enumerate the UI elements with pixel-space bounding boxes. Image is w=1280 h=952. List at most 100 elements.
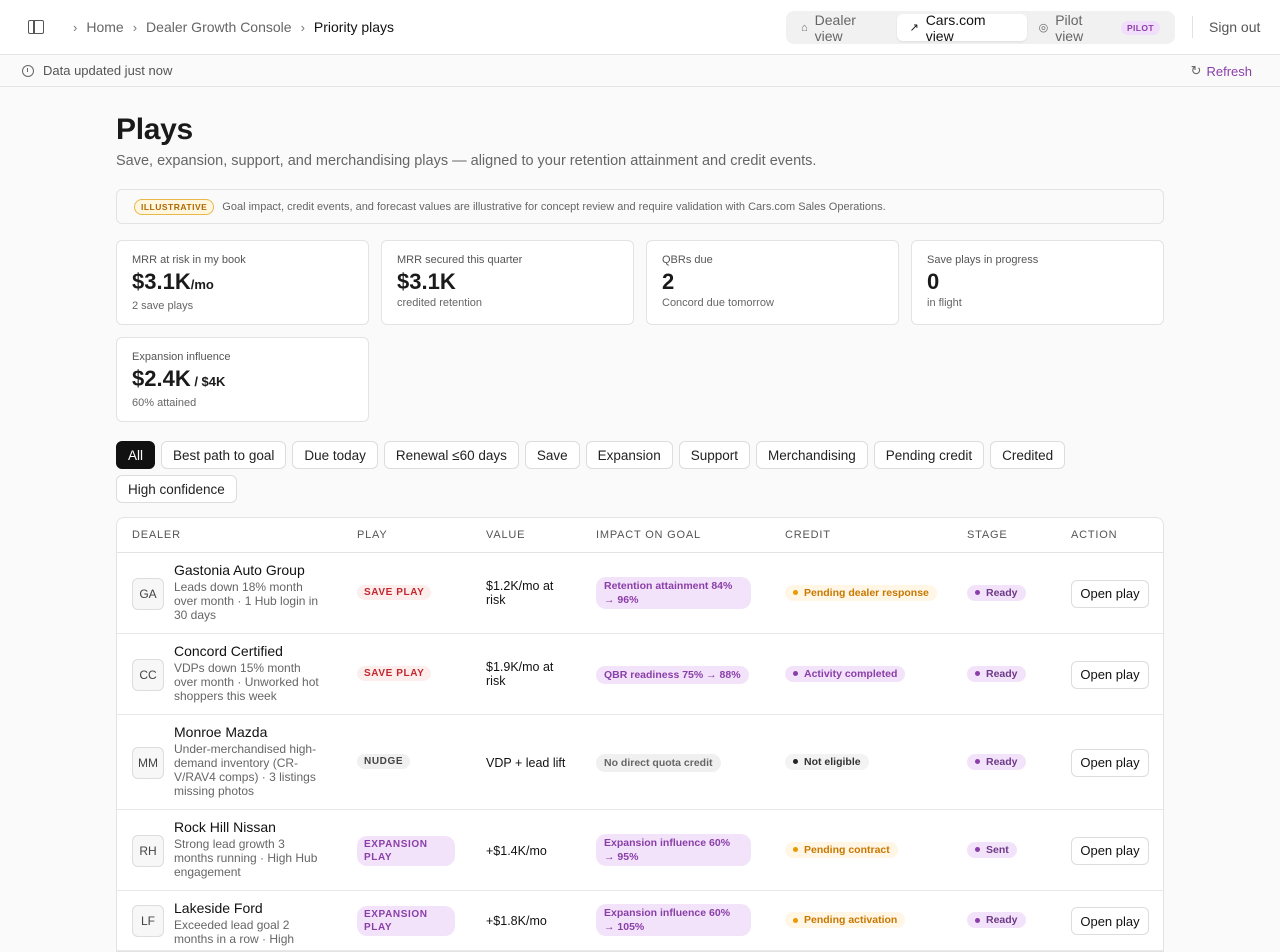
status-dot-icon (793, 759, 798, 764)
sidebar-toggle-icon[interactable] (28, 20, 44, 34)
filter-chip[interactable]: Merchandising (756, 441, 868, 469)
column-header-play: PLAY (357, 529, 388, 541)
stage-badge: Ready (967, 912, 1026, 928)
top-bar: › Home › Dealer Growth Console › Priorit… (0, 0, 1280, 55)
view-switcher: ⌂ Dealer view ↗ Cars.com view ◎ Pilot view P… (786, 11, 1175, 44)
table-row: CC Concord Certified VDPs down 15% month o… (117, 634, 1163, 715)
dealer-description: Leads down 18% month over month · 1 Hub … (174, 580, 319, 622)
dealer-description: Strong lead growth 3 months running · Hi… (174, 837, 318, 879)
trend-up-icon: ↗ (909, 22, 919, 34)
open-play-button[interactable]: Open play (1071, 907, 1149, 935)
stage-badge: Ready (967, 584, 1026, 601)
status-dot-icon (975, 917, 980, 923)
stage-label: Ready (986, 667, 1018, 680)
dealer-view-button[interactable]: ⌂ Dealer view (789, 11, 897, 44)
status-dot-icon (793, 590, 798, 595)
column-header-stage: STAGE (967, 529, 1008, 541)
stage-badge: Ready (967, 665, 1026, 682)
avatar: RH (132, 834, 164, 867)
open-play-button[interactable]: Open play (1071, 579, 1149, 608)
metric-cards: MRR at risk in my book $3.1K/mo 2 save p… (116, 240, 1164, 422)
column-header-dealer: DEALER (132, 529, 181, 541)
impact-badge: Retention attainment 84% → 96% (596, 576, 751, 609)
home-icon: ⌂ (801, 21, 808, 34)
dealer-description: VDPs down 15% month over month · Unworke… (174, 661, 319, 703)
play-value: $1.2K/mo at risk (486, 578, 554, 607)
breadcrumb-home[interactable]: Home (86, 19, 123, 35)
carscom-view-button[interactable]: ↗ Cars.com view (897, 11, 1027, 44)
credit-label: Pending dealer response (804, 586, 929, 599)
avatar: LF (132, 905, 164, 937)
table-header: DEALER PLAY VALUE IMPACT ON GOAL CREDIT … (117, 518, 1163, 553)
refresh-label: Refresh (1206, 63, 1252, 79)
metric-number: $2.4K (132, 366, 191, 391)
refresh-button[interactable]: ↻ Refresh (1191, 63, 1252, 79)
credit-label: Not eligible (804, 755, 861, 768)
column-header-impact: IMPACT ON GOAL (596, 529, 701, 541)
filter-chip[interactable]: Expansion (585, 441, 673, 469)
play-value: VDP + lead lift (486, 755, 566, 770)
filter-chip[interactable]: Due today (292, 441, 378, 469)
filter-chip[interactable]: Best path to goal (161, 441, 287, 469)
open-play-button[interactable]: Open play (1071, 660, 1149, 689)
status-dot-icon (975, 671, 980, 676)
impact-badge: Expansion influence 60% → 95% (596, 833, 751, 866)
play-type-badge: EXPANSION PLAY (357, 835, 455, 866)
dealer-name[interactable]: Lakeside Ford (174, 900, 263, 916)
notice-text: Goal impact, credit events, and forecast… (222, 200, 886, 213)
filter-chip[interactable]: Pending credit (873, 441, 985, 469)
play-type-badge: NUDGE (357, 753, 411, 769)
breadcrumb-console[interactable]: Dealer Growth Console (146, 19, 292, 35)
refresh-icon: ↻ (1190, 63, 1202, 78)
play-value: $1.9K/mo at risk (486, 659, 554, 688)
filter-chip[interactable]: Renewal ≤60 days (383, 441, 519, 469)
column-header-action: ACTION (1071, 529, 1118, 541)
metric-unit: / $4K (190, 374, 226, 389)
pilot-view-button[interactable]: ◎ Pilot view PILOT (1027, 12, 1172, 44)
dealer-name[interactable]: Monroe Mazda (174, 724, 267, 740)
metric-sub: in flight (927, 297, 962, 309)
metric-number: 0 (927, 269, 940, 294)
table-row: LF Lakeside Ford Exceeded lead goal 2 mont… (117, 891, 1163, 951)
impact-badge: Expansion influence 60% → 105% (596, 904, 751, 936)
dealer-view-label: Dealer view (814, 11, 856, 44)
filter-chip[interactable]: High confidence (116, 475, 237, 503)
stage-label: Ready (986, 586, 1018, 599)
sign-out-link[interactable]: Sign out (1209, 19, 1260, 35)
breadcrumb-current: Priority plays (313, 19, 395, 35)
carscom-view-label: Cars.com view (925, 11, 986, 44)
table-row: GA Gastonia Auto Group Leads down 18% mont… (117, 553, 1163, 634)
dealer-name[interactable]: Concord Certified (174, 643, 283, 659)
metric-card: MRR at risk in my book $3.1K/mo 2 save p… (116, 240, 369, 325)
credit-badge: Pending dealer response (785, 584, 937, 601)
metric-card: QBRs due 2 Concord due tomorrow (646, 240, 899, 325)
impact-badge: No direct quota credit (596, 753, 721, 772)
dealer-name[interactable]: Rock Hill Nissan (174, 819, 276, 835)
dealer-name[interactable]: Gastonia Auto Group (174, 562, 305, 578)
chevron-right-icon: › (300, 19, 305, 35)
open-play-button[interactable]: Open play (1071, 748, 1149, 777)
data-updated-text: Data updated just now (43, 63, 173, 78)
stage-label: Ready (986, 914, 1018, 926)
metric-label: Save plays in progress (927, 254, 1039, 266)
status-dot-icon (793, 917, 798, 923)
filter-chip[interactable]: All (116, 441, 156, 469)
avatar: MM (132, 746, 164, 779)
dealer-description: Under-merchandised high-demand inventory… (174, 742, 317, 798)
open-play-button[interactable]: Open play (1071, 836, 1149, 865)
filter-chip[interactable]: Save (524, 441, 580, 469)
filter-chip[interactable]: Credited (990, 441, 1066, 469)
target-icon: ◎ (1038, 22, 1049, 34)
stage-badge: Ready (967, 753, 1026, 770)
credit-label: Pending contract (804, 843, 890, 856)
metric-sub: Concord due tomorrow (662, 297, 774, 309)
metric-number: $3.1K (132, 269, 191, 294)
credit-badge: Pending activation (785, 912, 906, 928)
metric-unit: /mo (190, 277, 214, 292)
column-header-credit: CREDIT (785, 529, 831, 541)
metric-sub: 2 save plays (132, 300, 194, 312)
metric-value: $2.4K / $4K (132, 366, 353, 394)
metric-label: MRR secured this quarter (397, 254, 523, 266)
avatar: CC (132, 658, 164, 691)
filter-chip[interactable]: Support (678, 441, 750, 469)
